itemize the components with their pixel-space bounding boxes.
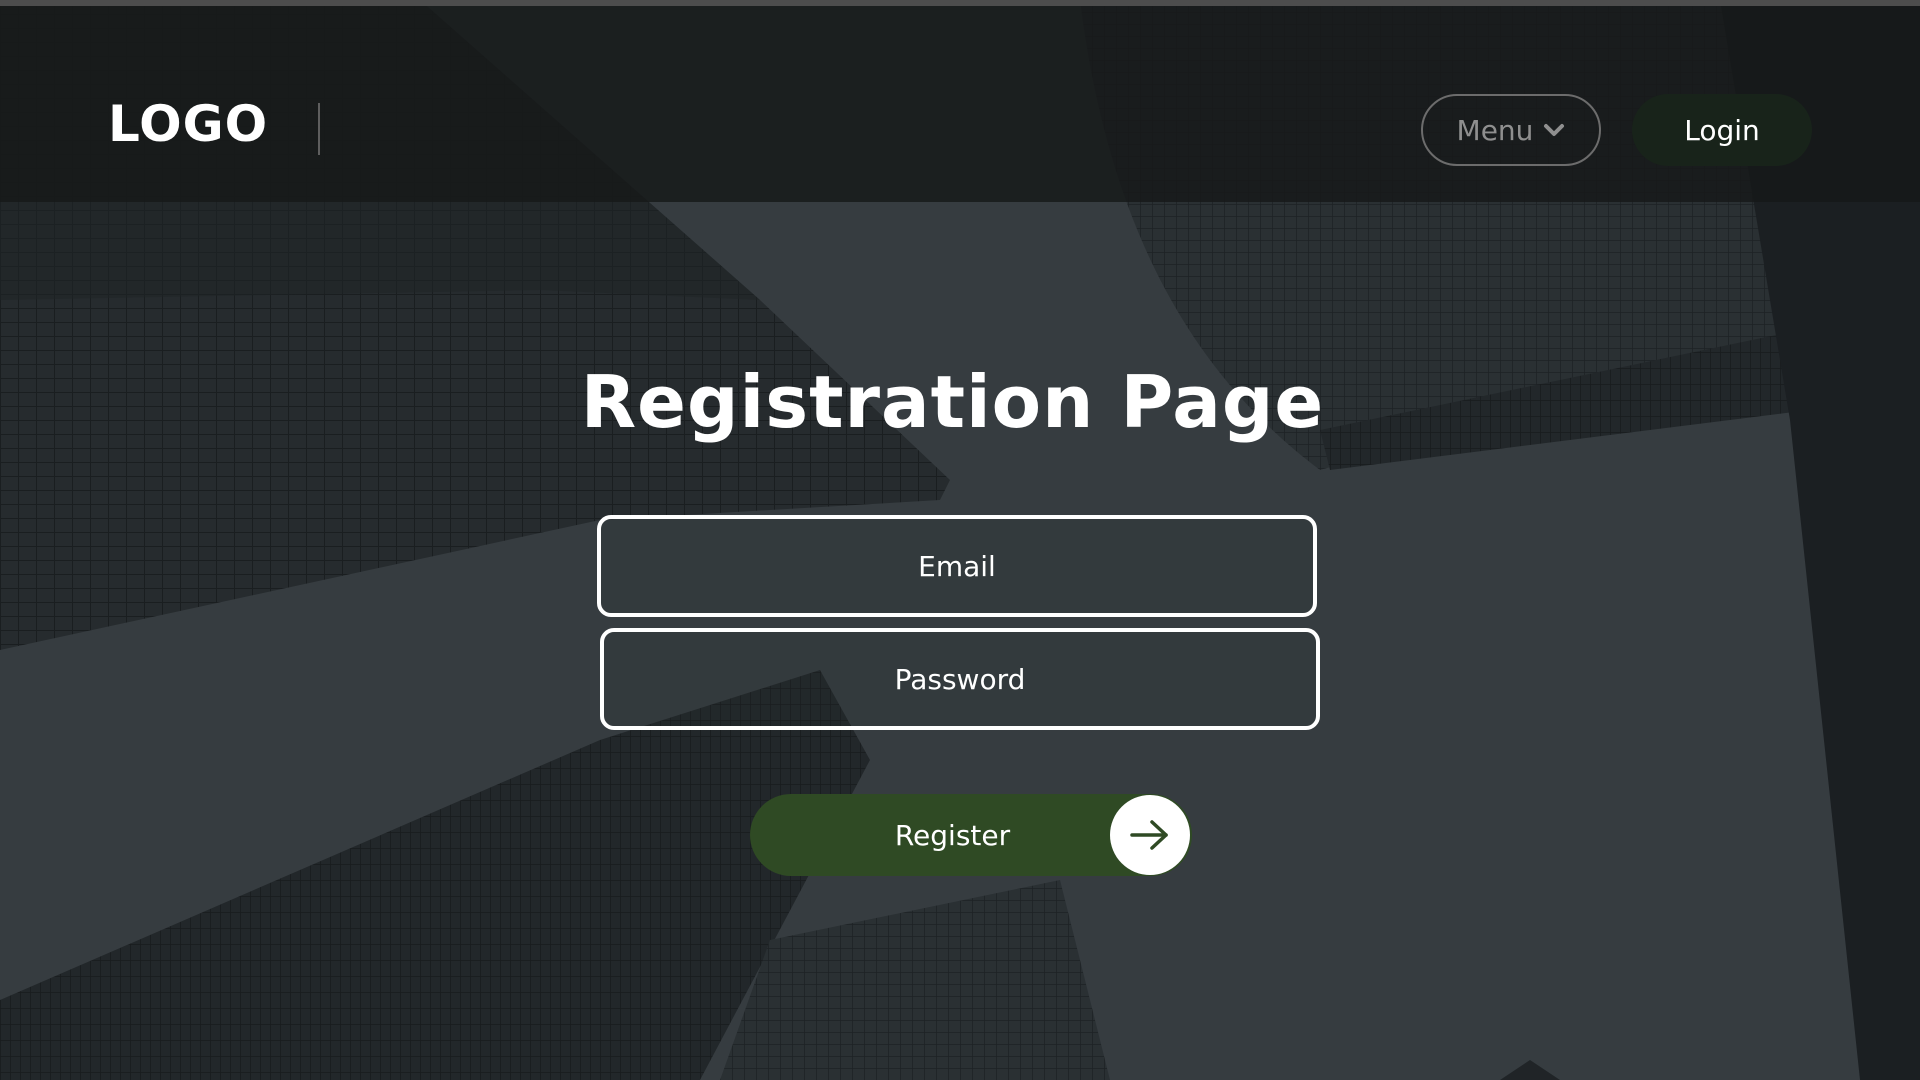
arrow-right-icon[interactable] (1110, 795, 1190, 875)
register-label: Register (894, 818, 1011, 852)
top-navigation-bar: LOGO Menu Login (0, 0, 1920, 202)
menu-label: Menu (1456, 113, 1534, 147)
page-title: Registration Page (580, 360, 1325, 444)
registration-page: LOGO Menu Login Registration Page Regist… (0, 0, 1920, 1080)
header-divider (318, 103, 320, 155)
login-label: Login (1684, 113, 1760, 147)
menu-button[interactable]: Menu (1421, 94, 1601, 166)
chevron-down-icon (1544, 124, 1565, 136)
login-button[interactable]: Login (1632, 94, 1812, 166)
register-button[interactable]: Register (750, 794, 1192, 876)
email-input[interactable] (601, 519, 1313, 613)
logo[interactable]: LOGO (108, 95, 268, 153)
password-input[interactable] (604, 632, 1316, 726)
email-field[interactable] (597, 515, 1317, 617)
password-field[interactable] (600, 628, 1320, 730)
